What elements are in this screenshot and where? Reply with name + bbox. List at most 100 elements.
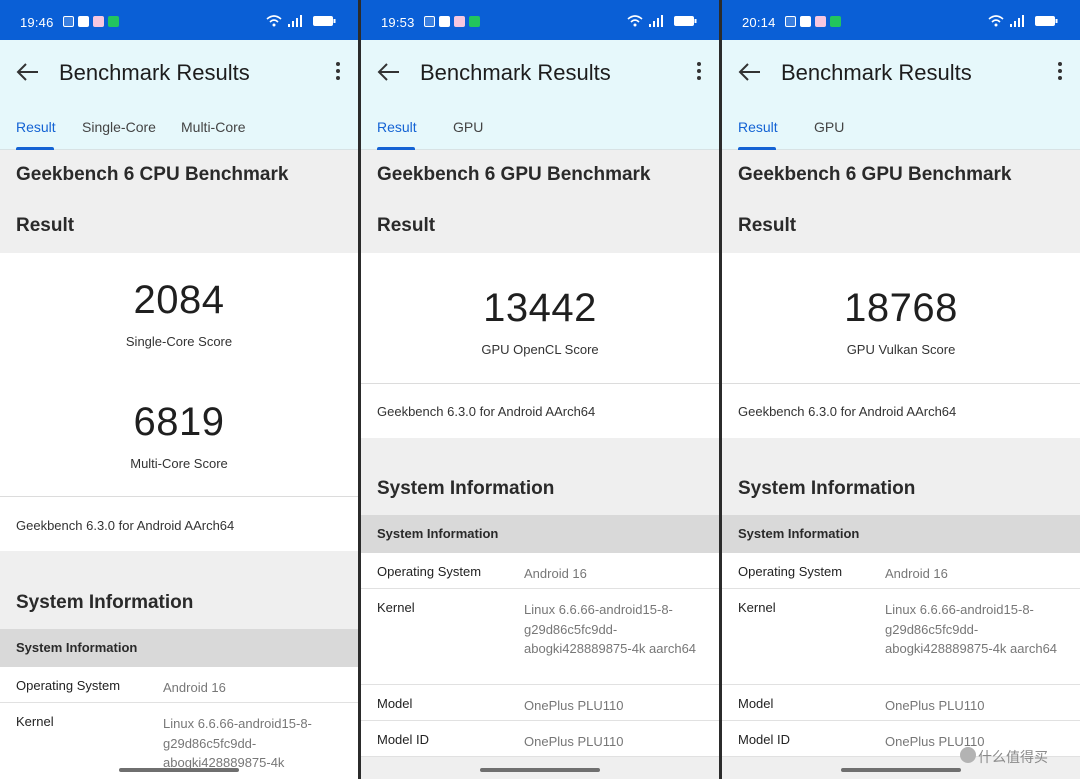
app-notification-icon [800, 16, 811, 27]
tab-gpu[interactable]: GPU [814, 119, 844, 135]
row-key: Operating System [377, 564, 482, 579]
tab-gpu[interactable]: GPU [453, 119, 483, 135]
version-text: Geekbench 6.3.0 for Android AArch64 [738, 404, 957, 419]
result-heading: Result [16, 215, 75, 236]
row-key: Model ID [738, 732, 791, 747]
row-value: OnePlus PLU110 [524, 698, 624, 713]
app-bar: Benchmark Results Result Single-Core Mul… [0, 40, 358, 150]
row-key: Kernel [377, 600, 415, 615]
system-information-heading: System Information [377, 478, 555, 499]
status-icons [988, 15, 1058, 27]
table-header-label: System Information [16, 640, 138, 655]
scores-card: 18768 GPU Vulkan Score Geekbench 6.3.0 f… [722, 253, 1080, 438]
benchmark-heading: Geekbench 6 CPU Benchmark [16, 164, 289, 185]
table-header: System Information [361, 515, 719, 553]
table-row: Operating System Android 16 [361, 553, 719, 589]
phone-screen-gpu-opencl: 19:53 Benchmark Results Result GPU Geekb… [361, 0, 719, 779]
more-vert-icon[interactable] [695, 62, 703, 82]
row-value: Android 16 [524, 566, 587, 581]
app-notification-icon [78, 16, 89, 27]
multi-core-score: 6819 [133, 400, 225, 444]
table-row: Model ID OnePlus PLU110 [361, 721, 719, 757]
app-notification-icon [439, 16, 450, 27]
app-notification-icon [108, 16, 119, 27]
app-notification-icon [830, 16, 841, 27]
battery-icon [313, 16, 336, 26]
app-bar: Benchmark Results Result GPU [722, 40, 1080, 150]
app-notification-icon [93, 16, 104, 27]
arrow-left-icon[interactable] [16, 62, 40, 82]
status-bar: 20:14 [722, 0, 1080, 40]
benchmark-heading: Geekbench 6 GPU Benchmark [377, 164, 651, 185]
row-key: Operating System [738, 564, 843, 579]
row-value: Android 16 [885, 566, 948, 581]
app-notification-icon [63, 16, 74, 27]
tab-multi-core[interactable]: Multi-Core [181, 119, 246, 135]
row-key: Model ID [377, 732, 430, 747]
row-value: Linux 6.6.66-android15-8-g29d86c5fc9dd-a… [524, 602, 697, 656]
more-vert-icon[interactable] [334, 62, 342, 82]
divider [361, 383, 719, 384]
divider [0, 496, 358, 497]
scores-card: 13442 GPU OpenCL Score Geekbench 6.3.0 f… [361, 253, 719, 438]
row-value: Linux 6.6.66-android15-8-g29d86c5fc9dd-a… [885, 602, 1058, 656]
status-icons [266, 15, 336, 27]
smzdm-logo-icon [960, 747, 976, 763]
multi-core-score-label: Multi-Core Score [130, 456, 228, 471]
app-bar: Benchmark Results Result GPU [361, 40, 719, 150]
row-value: OnePlus PLU110 [524, 734, 624, 749]
row-value: OnePlus PLU110 [885, 698, 985, 713]
tab-result[interactable]: Result [16, 119, 56, 135]
table-row: Model OnePlus PLU110 [722, 685, 1080, 721]
active-tab-indicator [377, 147, 415, 150]
system-information-heading: System Information [738, 478, 916, 499]
tab-result[interactable]: Result [738, 119, 778, 135]
arrow-left-icon[interactable] [738, 62, 762, 82]
watermark-text: 什么值得买 [978, 749, 1048, 765]
app-notification-icon [785, 16, 796, 27]
table-header: System Information [722, 515, 1080, 553]
tab-result[interactable]: Result [377, 119, 417, 135]
cell-signal-icon [1010, 15, 1024, 27]
divider [722, 383, 1080, 384]
app-notification-icon [469, 16, 480, 27]
table-row: Model OnePlus PLU110 [361, 685, 719, 721]
tab-single-core[interactable]: Single-Core [82, 119, 156, 135]
battery-icon [674, 16, 697, 26]
gpu-vulkan-score-label: GPU Vulkan Score [846, 342, 956, 357]
home-indicator[interactable] [841, 768, 961, 772]
home-indicator[interactable] [480, 768, 600, 772]
home-indicator[interactable] [119, 768, 239, 772]
wifi-icon [627, 15, 643, 27]
table-header-label: System Information [377, 526, 499, 541]
table-row: Operating System Android 16 [722, 553, 1080, 589]
phone-screen-gpu-vulkan: 20:14 Benchmark Results Result GPU Geekb… [722, 0, 1080, 779]
row-value: Linux 6.6.66-android15-8-g29d86c5fc9dd-a… [163, 716, 312, 770]
cell-signal-icon [288, 15, 302, 27]
phone-screen-cpu: 19:46 Benchmark Results Result Single-Co… [0, 0, 358, 779]
page-title: Benchmark Results [420, 60, 611, 85]
benchmark-heading: Geekbench 6 GPU Benchmark [738, 164, 1012, 185]
status-time: 19:46 [20, 15, 54, 30]
page-title: Benchmark Results [781, 60, 972, 85]
single-core-score-label: Single-Core Score [125, 334, 233, 349]
status-time: 19:53 [381, 15, 415, 30]
gpu-opencl-score: 13442 [483, 286, 597, 330]
table-header-label: System Information [738, 526, 860, 541]
status-time: 20:14 [742, 15, 776, 30]
row-key: Kernel [738, 600, 776, 615]
scores-card: 2084 Single-Core Score 6819 Multi-Core S… [0, 253, 358, 551]
row-key: Kernel [16, 714, 54, 729]
app-notification-icon [454, 16, 465, 27]
app-notification-icon [424, 16, 435, 27]
version-text: Geekbench 6.3.0 for Android AArch64 [377, 404, 596, 419]
status-icons [627, 15, 697, 27]
page-title: Benchmark Results [59, 60, 250, 85]
wifi-icon [988, 15, 1004, 27]
table-header: System Information [0, 629, 358, 667]
table-row: Kernel Linux 6.6.66-android15-8-g29d86c5… [722, 589, 1080, 685]
gpu-opencl-score-label: GPU OpenCL Score [481, 342, 599, 357]
status-bar: 19:46 [0, 0, 358, 40]
arrow-left-icon[interactable] [377, 62, 401, 82]
more-vert-icon[interactable] [1056, 62, 1064, 82]
